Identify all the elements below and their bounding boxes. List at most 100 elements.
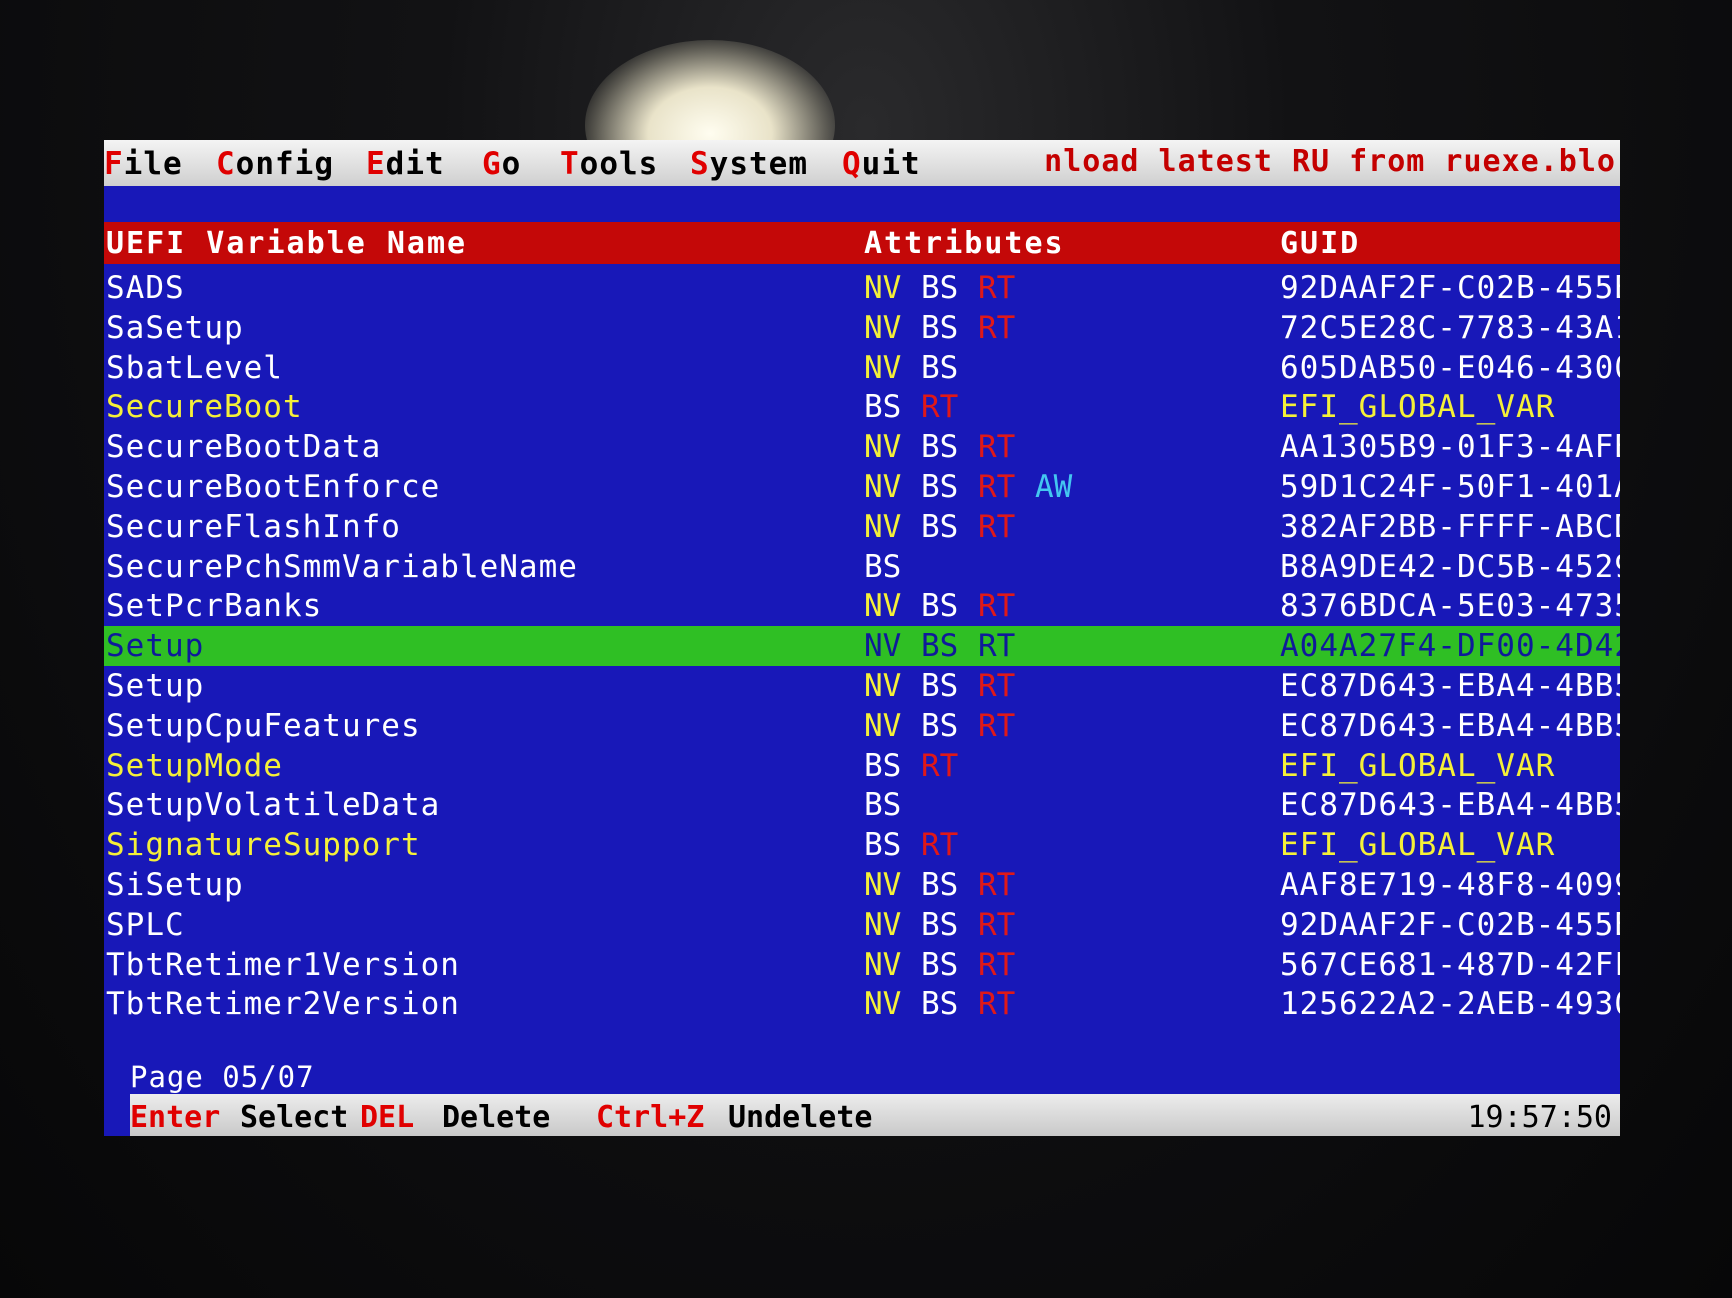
action-select[interactable]: Select: [240, 1100, 348, 1135]
status-bar: Enter Select DEL Delete Ctrl+Z Undelete …: [130, 1094, 1620, 1136]
attribute-rt: RT: [978, 309, 1016, 346]
menu-go[interactable]: Go: [482, 146, 521, 182]
attribute-nv: NV: [864, 667, 902, 704]
table-row[interactable]: SecureBoot BS RT EFI_GLOBAL_VAR: [104, 387, 1620, 427]
attribute-bs: BS: [921, 866, 959, 903]
action-delete[interactable]: Delete: [442, 1100, 550, 1135]
attribute-nv: NV: [864, 429, 902, 466]
variable-guid: 605DAB50-E046-4300: [1280, 349, 1620, 386]
attribute-bs: BS: [864, 747, 902, 784]
attribute-rt: RT: [978, 946, 1016, 983]
variable-name: SbatLevel: [106, 349, 283, 386]
variable-attributes: NV BS RT: [864, 310, 1035, 346]
variable-name: SetupMode: [106, 747, 283, 784]
variable-guid: AAF8E719-48F8-4099: [1280, 866, 1620, 903]
variable-name: TbtRetimer1Version: [106, 946, 460, 983]
variable-attributes: BS RT: [864, 827, 978, 863]
menu-file[interactable]: File: [104, 146, 183, 182]
table-row[interactable]: SbatLevel NV BS 605DAB50-E046-4300: [104, 348, 1620, 388]
table-row[interactable]: SecurePchSmmVariableName BS B8A9DE42-DC5B-…: [104, 547, 1620, 587]
menu-quit[interactable]: Quit: [842, 146, 921, 182]
table-row[interactable]: SADS NV BS RT 92DAAF2F-C02B-455B: [104, 268, 1620, 308]
clock: 19:57:50: [1467, 1100, 1613, 1135]
table-row[interactable]: TbtRetimer1Version NV BS RT 567CE681-487D-42…: [104, 945, 1620, 985]
menu-edit[interactable]: Edit: [366, 146, 445, 182]
attribute-nv: NV: [864, 309, 902, 346]
menu-tools[interactable]: Tools: [560, 146, 658, 182]
variable-attributes: NV BS RT: [864, 270, 1035, 306]
attribute-bs: BS: [921, 349, 959, 386]
variable-name: SignatureSupport: [106, 827, 421, 864]
attribute-nv: NV: [864, 707, 902, 744]
table-row[interactable]: SecureBootData NV BS RT AA1305B9-01F3-4AFB: [104, 427, 1620, 467]
variable-attributes: NV BS: [864, 350, 978, 386]
table-row[interactable]: SetupCpuFeatures NV BS RT EC87D643-EBA4-4BB5: [104, 706, 1620, 746]
header-attributes: Attributes: [864, 226, 1065, 261]
attribute-bs: BS: [921, 986, 959, 1023]
variable-name: Setup: [106, 628, 205, 665]
attribute-bs: BS: [921, 429, 959, 466]
menu-config[interactable]: Config: [216, 146, 334, 182]
action-undelete[interactable]: Undelete: [728, 1100, 873, 1135]
variable-guid: EC87D643-EBA4-4BB5: [1280, 787, 1620, 824]
table-row[interactable]: SecureFlashInfo NV BS RT 382AF2BB-FFFF-ABCD: [104, 507, 1620, 547]
table-row[interactable]: SetupMode BS RT EFI_GLOBAL_VAR: [104, 746, 1620, 786]
attribute-nv: NV: [864, 468, 902, 505]
variable-name: TbtRetimer2Version: [106, 986, 460, 1023]
variable-guid: 8376BDCA-5E03-4735: [1280, 588, 1620, 625]
table-row[interactable]: TbtRetimer2Version NV BS RT 125622A2-2AEB-49…: [104, 984, 1620, 1024]
variable-attributes: NV BS RT: [864, 708, 1035, 744]
variable-name: SPLC: [106, 906, 185, 943]
attribute-rt: RT: [978, 866, 1016, 903]
page-indicator: Page 05/07: [130, 1060, 315, 1094]
menu-system[interactable]: System: [690, 146, 808, 182]
attribute-bs: BS: [921, 707, 959, 744]
attribute-nv: NV: [864, 349, 902, 386]
variable-guid: 72C5E28C-7783-43A1: [1280, 309, 1620, 346]
variable-attributes: NV BS RT: [864, 907, 1035, 943]
attribute-bs: BS: [864, 548, 902, 585]
attribute-bs: BS: [921, 309, 959, 346]
table-row[interactable]: Setup NV BS RT EC87D643-EBA4-4BB5: [104, 666, 1620, 706]
variable-attributes: BS RT: [864, 748, 978, 784]
attribute-bs: BS: [921, 588, 959, 625]
variable-guid: 125622A2-2AEB-4930: [1280, 986, 1620, 1023]
attribute-rt: RT: [978, 588, 1016, 625]
table-row[interactable]: Setup NV BS RT A04A27F4-DF00-4D42: [104, 626, 1620, 666]
attribute-rt: RT: [978, 667, 1016, 704]
header-variable-name: UEFI Variable Name: [106, 226, 468, 261]
variable-guid: 382AF2BB-FFFF-ABCD: [1280, 508, 1620, 545]
key-ctrl-z: Ctrl+Z: [596, 1100, 705, 1135]
attribute-rt: RT: [978, 628, 1016, 665]
variable-attributes: NV BS RT: [864, 429, 1035, 465]
variable-guid: 92DAAF2F-C02B-455B: [1280, 906, 1620, 943]
key-del: DEL: [360, 1100, 415, 1135]
attribute-aw: AW: [1035, 468, 1073, 505]
variable-name: Setup: [106, 667, 205, 704]
variable-name: SaSetup: [106, 309, 244, 346]
variable-name: SADS: [106, 270, 185, 306]
table-row[interactable]: SecureBootEnforce NV BS RT AW 59D1C24F-50F1-4…: [104, 467, 1620, 507]
table-row[interactable]: SetPcrBanks NV BS RT 8376BDCA-5E03-4735: [104, 586, 1620, 626]
attribute-nv: NV: [864, 588, 902, 625]
table-row[interactable]: SPLC NV BS RT 92DAAF2F-C02B-455B: [104, 905, 1620, 945]
scrolling-marquee: nload latest RU from ruexe.blo: [1044, 144, 1616, 179]
table-row[interactable]: SignatureSupport BS RT EFI_GLOBAL_VAR: [104, 825, 1620, 865]
variable-guid: 59D1C24F-50F1-401A: [1280, 468, 1620, 505]
variable-guid: AA1305B9-01F3-4AFB: [1280, 429, 1620, 466]
attribute-bs: BS: [864, 389, 902, 426]
attribute-nv: NV: [864, 270, 902, 306]
table-row[interactable]: SiSetup NV BS RT AAF8E719-48F8-4099: [104, 865, 1620, 905]
variable-attributes: BS: [864, 549, 921, 585]
variable-name: SecureBootEnforce: [106, 468, 441, 505]
variable-guid: EFI_GLOBAL_VAR: [1280, 389, 1556, 426]
attribute-bs: BS: [921, 906, 959, 943]
table-row[interactable]: SaSetup NV BS RT 72C5E28C-7783-43A1: [104, 308, 1620, 348]
variable-guid: EFI_GLOBAL_VAR: [1280, 747, 1556, 784]
attribute-rt: RT: [978, 508, 1016, 545]
attribute-nv: NV: [864, 906, 902, 943]
table-row[interactable]: SetupVolatileData BS EC87D643-EBA4-4BB5: [104, 785, 1620, 825]
variable-name: SecureBootData: [106, 429, 382, 466]
attribute-nv: NV: [864, 628, 902, 665]
variable-guid: 567CE681-487D-42FF: [1280, 946, 1620, 983]
